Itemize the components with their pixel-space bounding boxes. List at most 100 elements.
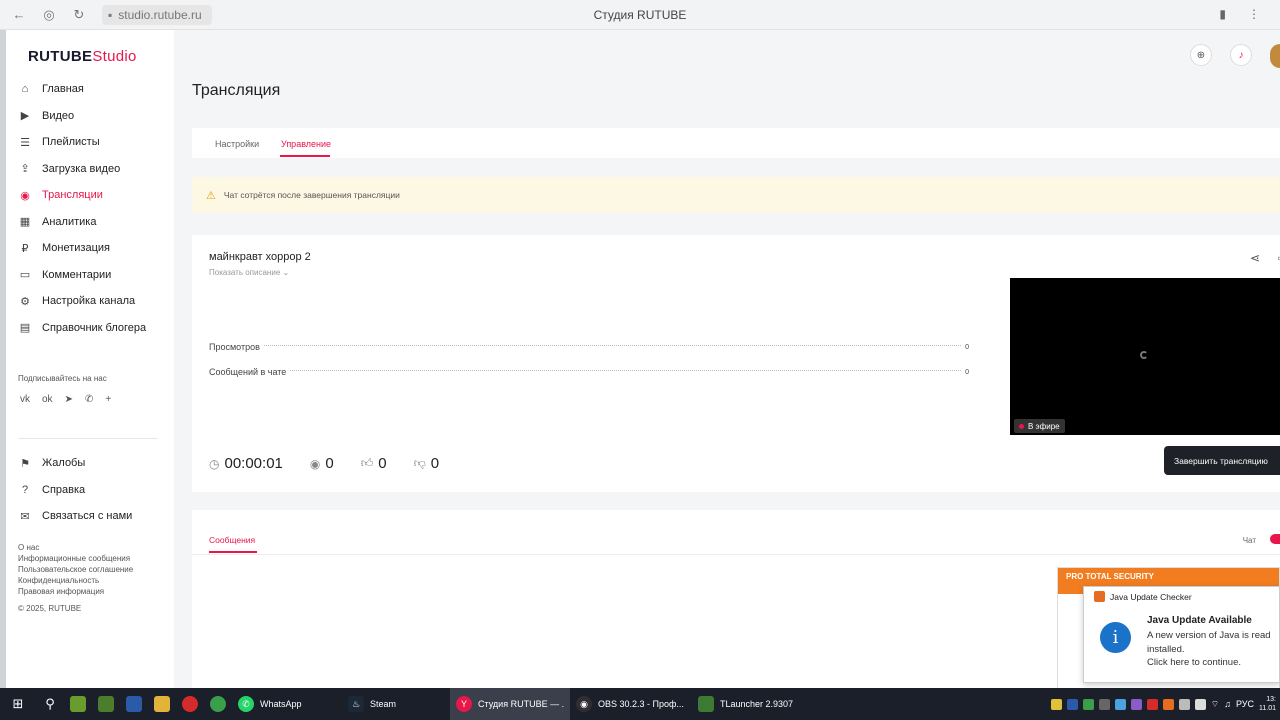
live-badge-label: В эфире xyxy=(1028,421,1060,431)
taskbar-app-steam[interactable]: ♨ Steam xyxy=(342,688,450,720)
clock[interactable]: 13: 11.01 xyxy=(1259,695,1276,713)
stat-leader xyxy=(290,370,962,371)
taskbar-app-label: OBS 30.2.3 - Проф... xyxy=(598,699,684,709)
show-description-link[interactable]: Показать описание ⌄ xyxy=(209,268,289,277)
tray-app-icon[interactable] xyxy=(1114,698,1126,710)
browser-menu-icon[interactable]: ⋮ xyxy=(1248,7,1260,21)
upload-video-icon[interactable]: ⊕ xyxy=(1190,44,1212,66)
more-socials-icon[interactable]: + xyxy=(105,394,111,405)
tray-app-icon[interactable] xyxy=(1178,698,1190,710)
taskbar-app-label: Steam xyxy=(370,699,397,709)
sidebar-item-analytics[interactable]: ▦ Аналитика xyxy=(18,209,168,236)
share-icon[interactable]: ⋖ xyxy=(1250,251,1260,265)
likes-counter: 👍︎ 0 xyxy=(361,455,387,472)
tray-app-icon[interactable] xyxy=(1162,698,1174,710)
notification-line: A new version of Java is read xyxy=(1147,630,1271,641)
tray-app-icon[interactable] xyxy=(1194,698,1206,710)
sidebar-item-handbook[interactable]: ▤ Справочник блогера xyxy=(18,315,168,342)
back-icon[interactable]: ← xyxy=(8,4,30,26)
sidebar-item-broadcasts[interactable]: ◉ Трансляции xyxy=(18,182,168,209)
bell-icon[interactable]: ♪ xyxy=(1230,44,1252,66)
tray-app-icon[interactable] xyxy=(1050,698,1062,710)
tabs-bar: Настройки Управление xyxy=(192,128,1280,158)
footer-link[interactable]: Конфиденциальность xyxy=(18,575,133,586)
site-icon: ▪ xyxy=(108,7,113,22)
chat-toggle[interactable] xyxy=(1270,534,1280,544)
start-button[interactable]: ⊞ xyxy=(0,688,36,720)
shield-icon[interactable]: ◎ xyxy=(38,4,60,26)
sidebar-item-channel-settings[interactable]: ⚙ Настройка канала xyxy=(18,288,168,315)
java-update-notification[interactable]: Java Update Checker i Java Update Availa… xyxy=(1083,586,1280,683)
taskbar-pinned-app[interactable] xyxy=(92,688,120,720)
taskbar-app-rutube[interactable]: Y Студия RUTUBE — ... xyxy=(450,688,570,720)
thumbs-down-icon: 👎︎ xyxy=(413,456,426,470)
monetization-icon: ₽ xyxy=(21,242,29,255)
avatar[interactable] xyxy=(1270,44,1280,68)
sidebar-item-contact[interactable]: ✉ Связаться с нами xyxy=(18,503,168,530)
sidebar-item-complaints[interactable]: ⚑ Жалобы xyxy=(18,450,168,477)
network-icon[interactable]: ⌔ xyxy=(1211,699,1219,710)
timer-counter: ◷ 00:00:01 xyxy=(209,455,283,472)
sidebar-item-monetization[interactable]: ₽ Монетизация xyxy=(18,235,168,262)
footer-link[interactable]: О нас xyxy=(18,542,133,553)
sidebar-item-label: Главная xyxy=(42,83,84,96)
footer-link[interactable]: Информационные сообщения xyxy=(18,553,133,564)
sidebar-item-label: Загрузка видео xyxy=(42,162,121,175)
analytics-icon: ▦ xyxy=(19,216,31,229)
reload-icon[interactable]: ↻ xyxy=(68,4,90,26)
taskbar-app-tlauncher[interactable]: TLauncher 2.9307 xyxy=(692,688,799,720)
rutube-studio-logo[interactable]: RUTUBEStudio xyxy=(28,48,137,65)
sidebar-item-label: Связаться с нами xyxy=(42,510,133,523)
footer-link[interactable]: Правовая информация xyxy=(18,586,133,597)
stat-label: Сообщений в чате xyxy=(209,367,287,377)
taskbar-app-label: TLauncher 2.9307 xyxy=(720,699,794,709)
loading-spinner-icon xyxy=(1140,351,1148,359)
sidebar-item-help[interactable]: ? Справка xyxy=(18,477,168,504)
tray-app-icon[interactable] xyxy=(1098,698,1110,710)
handbook-icon: ▤ xyxy=(19,322,31,335)
volume-icon[interactable]: ♫ xyxy=(1224,699,1231,709)
address-bar[interactable]: ▪ studio.rutube.ru xyxy=(102,4,212,25)
taskbar-app-whatsapp[interactable]: ✆ WhatsApp xyxy=(232,688,342,720)
telegram-icon[interactable]: ➤ xyxy=(65,394,73,405)
viber-icon[interactable]: ✆ xyxy=(85,394,93,405)
taskbar-pinned-app[interactable] xyxy=(64,688,92,720)
tray-app-icon[interactable] xyxy=(1082,698,1094,710)
tab-active-underline xyxy=(280,155,330,157)
taskbar-pinned-app[interactable] xyxy=(120,688,148,720)
taskbar-pinned-app[interactable] xyxy=(176,688,204,720)
tray-app-icon[interactable] xyxy=(1066,698,1078,710)
taskbar-app-label: WhatsApp xyxy=(260,699,302,709)
video-icon: ▶ xyxy=(20,110,30,123)
stream-title: майнкравт хоррор 2 xyxy=(209,251,311,263)
tray-app-icon[interactable] xyxy=(1146,698,1158,710)
clock-date: 11.01 xyxy=(1259,705,1276,712)
tray-app-icon[interactable] xyxy=(1130,698,1142,710)
odnoklassniki-icon[interactable]: ok xyxy=(42,394,53,405)
vk-icon[interactable]: vk xyxy=(20,394,30,405)
notification-line: Click here to continue. xyxy=(1147,657,1241,668)
sidebar-item-comments[interactable]: ▭ Комментарии xyxy=(18,262,168,289)
sidebar-item-upload[interactable]: ⇪ Загрузка видео xyxy=(18,156,168,183)
playlist-icon: ☰ xyxy=(20,136,30,149)
show-description-label: Показать описание xyxy=(209,268,281,277)
tab-settings[interactable]: Настройки xyxy=(215,139,259,149)
taskbar-pinned-app[interactable] xyxy=(204,688,232,720)
tab-management[interactable]: Управление xyxy=(281,139,331,149)
stream-preview[interactable]: В эфире xyxy=(1010,278,1280,435)
footer-link[interactable]: Пользовательское соглашение xyxy=(18,564,133,575)
yandex-browser-icon: Y xyxy=(456,696,472,712)
tab-messages[interactable]: Сообщения xyxy=(209,535,255,545)
app-icon xyxy=(126,696,142,712)
live-badge: В эфире xyxy=(1014,419,1065,433)
bookmark-icon[interactable]: ▮ xyxy=(1219,7,1226,21)
sidebar-item-video[interactable]: ▶ Видео xyxy=(18,103,168,130)
windows-icon: ⊞ xyxy=(12,696,24,711)
search-button[interactable]: ⚲ xyxy=(36,688,64,720)
sidebar-item-home[interactable]: ⌂ Главная xyxy=(18,76,168,103)
taskbar-app-obs[interactable]: ◉ OBS 30.2.3 - Проф... xyxy=(570,688,692,720)
end-stream-button[interactable]: Завершить трансляцию xyxy=(1164,446,1280,475)
taskbar-pinned-app[interactable] xyxy=(148,688,176,720)
sidebar-item-playlists[interactable]: ☰ Плейлисты xyxy=(18,129,168,156)
keyboard-language[interactable]: РУС xyxy=(1236,699,1254,709)
